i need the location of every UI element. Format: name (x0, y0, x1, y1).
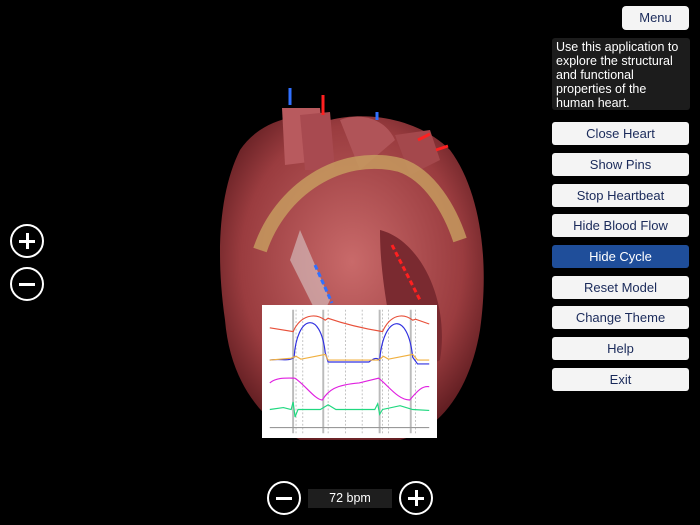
increase-rate-icon[interactable] (399, 481, 433, 515)
show-pins-button[interactable]: Show Pins (552, 153, 689, 176)
hide-blood-flow-button[interactable]: Hide Blood Flow (552, 214, 689, 237)
help-button[interactable]: Help (552, 337, 689, 360)
heart-rate-display: 72 bpm (308, 489, 392, 508)
decrease-rate-icon[interactable] (267, 481, 301, 515)
hide-cycle-button[interactable]: Hide Cycle (552, 245, 689, 268)
exit-button[interactable]: Exit (552, 368, 689, 391)
zoom-out-icon[interactable] (10, 267, 44, 301)
reset-model-button[interactable]: Reset Model (552, 276, 689, 299)
zoom-in-icon[interactable] (10, 224, 44, 258)
info-panel: Use this application to explore the stru… (552, 38, 690, 110)
stop-heartbeat-button[interactable]: Stop Heartbeat (552, 184, 689, 207)
cardiac-cycle-diagram (262, 305, 437, 438)
change-theme-button[interactable]: Change Theme (552, 306, 689, 329)
close-heart-button[interactable]: Close Heart (552, 122, 689, 145)
menu-button[interactable]: Menu (622, 6, 689, 30)
